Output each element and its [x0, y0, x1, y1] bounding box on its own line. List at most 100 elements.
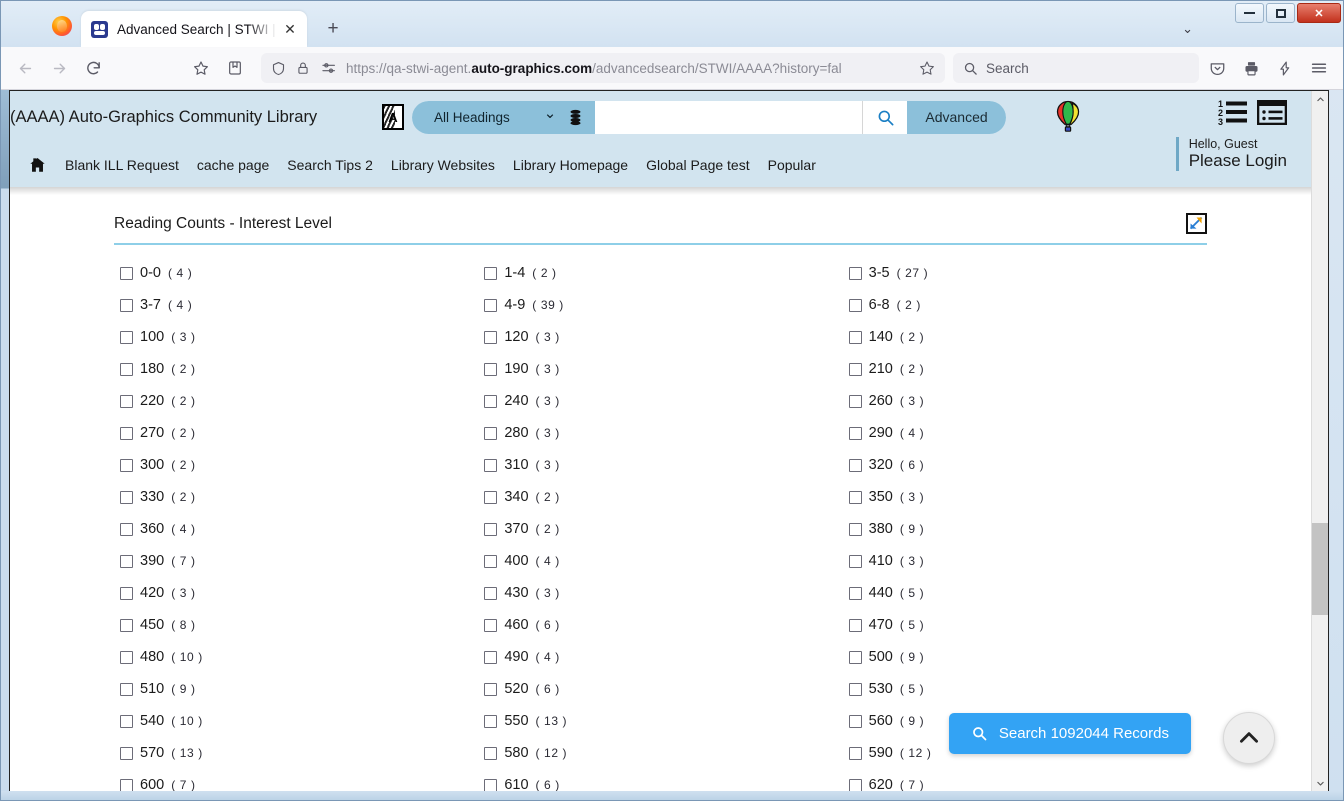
- facet-item[interactable]: 340 ( 2 ): [478, 481, 842, 513]
- facet-item[interactable]: 3-5 ( 27 ): [843, 257, 1207, 289]
- facet-checkbox[interactable]: [484, 650, 498, 664]
- facet-item[interactable]: 550 ( 13 ): [478, 705, 842, 737]
- facet-item[interactable]: 480 ( 10 ): [114, 641, 478, 673]
- facet-checkbox[interactable]: [484, 586, 498, 600]
- facet-checkbox[interactable]: [120, 746, 133, 760]
- url-bar[interactable]: https://qa-stwi-agent.auto-graphics.com/…: [261, 53, 945, 83]
- facet-item[interactable]: 450 ( 8 ): [114, 609, 478, 641]
- facet-checkbox[interactable]: [120, 682, 133, 696]
- facet-checkbox[interactable]: [120, 362, 133, 376]
- browser-tab[interactable]: Advanced Search | STWI | AAAA ✕: [81, 11, 307, 47]
- facet-item[interactable]: 240 ( 3 ): [478, 385, 842, 417]
- close-window-button[interactable]: ✕: [1297, 3, 1341, 23]
- facet-item[interactable]: 120 ( 3 ): [478, 321, 842, 353]
- maximize-button[interactable]: [1266, 3, 1295, 23]
- facet-checkbox[interactable]: [484, 458, 498, 472]
- facet-checkbox[interactable]: [848, 426, 862, 440]
- list-all-tabs-chevron-down-icon[interactable]: ⌄: [1182, 21, 1193, 37]
- facet-item[interactable]: 390 ( 7 ): [114, 545, 478, 577]
- facet-checkbox[interactable]: [120, 714, 133, 728]
- facet-item[interactable]: 500 ( 9 ): [843, 641, 1207, 673]
- facet-checkbox[interactable]: [848, 490, 862, 504]
- facet-item[interactable]: 330 ( 2 ): [114, 481, 478, 513]
- back-icon[interactable]: [9, 53, 41, 83]
- sidebar-item-blank-ill-request[interactable]: Blank ILL Request: [65, 157, 179, 173]
- scroll-to-top-button[interactable]: [1223, 712, 1275, 764]
- facet-checkbox[interactable]: [120, 426, 133, 440]
- facet-checkbox[interactable]: [484, 394, 498, 408]
- user-account-box[interactable]: Hello, Guest Please Login: [1175, 137, 1287, 171]
- facet-item[interactable]: 510 ( 9 ): [114, 673, 478, 705]
- new-tab-button[interactable]: +: [319, 14, 347, 42]
- tab-close-icon[interactable]: ✕: [281, 20, 299, 38]
- facet-item[interactable]: 530 ( 5 ): [843, 673, 1207, 705]
- facet-checkbox[interactable]: [120, 618, 133, 632]
- facet-checkbox[interactable]: [848, 554, 862, 568]
- facet-checkbox[interactable]: [848, 362, 862, 376]
- forward-icon[interactable]: [43, 53, 75, 83]
- facet-checkbox[interactable]: [848, 458, 862, 472]
- home-icon[interactable]: [28, 156, 47, 174]
- facet-item[interactable]: 620 ( 7 ): [843, 769, 1207, 792]
- facet-checkbox[interactable]: [484, 266, 498, 280]
- url-text[interactable]: https://qa-stwi-agent.auto-graphics.com/…: [346, 61, 910, 76]
- sidebar-item-search-tips-2[interactable]: Search Tips 2: [287, 157, 373, 173]
- detail-list-icon[interactable]: [1257, 99, 1287, 125]
- facet-checkbox[interactable]: [484, 778, 498, 792]
- advanced-search-button[interactable]: Advanced: [907, 100, 1006, 134]
- facet-item[interactable]: 350 ( 3 ): [843, 481, 1207, 513]
- facet-checkbox[interactable]: [120, 650, 133, 664]
- facet-checkbox[interactable]: [120, 490, 133, 504]
- facet-item[interactable]: 320 ( 6 ): [843, 449, 1207, 481]
- scrollbar-thumb[interactable]: [1312, 523, 1328, 615]
- facet-checkbox[interactable]: [484, 746, 498, 760]
- facet-checkbox[interactable]: [120, 522, 133, 536]
- facet-checkbox[interactable]: [848, 586, 862, 600]
- facet-item[interactable]: 460 ( 6 ): [478, 609, 842, 641]
- sidebar-item-library-homepage[interactable]: Library Homepage: [513, 157, 628, 173]
- shield-icon[interactable]: [269, 53, 287, 83]
- facet-item[interactable]: 300 ( 2 ): [114, 449, 478, 481]
- bookmark-star-outline-icon[interactable]: [917, 53, 937, 83]
- facet-item[interactable]: 190 ( 3 ): [478, 353, 842, 385]
- facet-checkbox[interactable]: [484, 490, 498, 504]
- facet-item[interactable]: 420 ( 3 ): [114, 577, 478, 609]
- facet-checkbox[interactable]: [484, 554, 498, 568]
- facet-item[interactable]: 580 ( 12 ): [478, 737, 842, 769]
- facet-checkbox[interactable]: [120, 554, 133, 568]
- facet-checkbox[interactable]: [484, 298, 498, 312]
- sidebar-item-popular[interactable]: Popular: [768, 157, 816, 173]
- facet-item[interactable]: 600 ( 7 ): [114, 769, 478, 792]
- facet-checkbox[interactable]: [848, 266, 862, 280]
- pocket-icon[interactable]: [1201, 53, 1233, 83]
- lock-icon[interactable]: [294, 53, 312, 83]
- reload-icon[interactable]: [77, 53, 109, 83]
- facet-item[interactable]: 280 ( 3 ): [478, 417, 842, 449]
- facet-item[interactable]: 100 ( 3 ): [114, 321, 478, 353]
- numbered-list-icon[interactable]: 1 2 3: [1218, 99, 1248, 125]
- facet-checkbox[interactable]: [848, 618, 862, 632]
- search-scope-select[interactable]: All Headings ⌄: [412, 100, 567, 134]
- facet-item[interactable]: 260 ( 3 ): [843, 385, 1207, 417]
- facet-item[interactable]: 540 ( 10 ): [114, 705, 478, 737]
- login-link[interactable]: Please Login: [1189, 151, 1287, 171]
- facet-item[interactable]: 140 ( 2 ): [843, 321, 1207, 353]
- page-scrollbar[interactable]: [1311, 91, 1328, 792]
- facet-checkbox[interactable]: [848, 298, 862, 312]
- facet-checkbox[interactable]: [848, 746, 862, 760]
- facet-checkbox[interactable]: [848, 714, 862, 728]
- facet-item[interactable]: 3-7 ( 4 ): [114, 289, 478, 321]
- language-toggle-icon[interactable]: A: [382, 104, 404, 130]
- facet-checkbox[interactable]: [484, 362, 498, 376]
- scrollbar-up-arrow-icon[interactable]: [1312, 91, 1329, 108]
- search-records-button[interactable]: Search 1092044 Records: [948, 713, 1191, 754]
- sidebar-item-global-page-test[interactable]: Global Page test: [646, 157, 750, 173]
- share-icon[interactable]: [1269, 53, 1301, 83]
- facet-checkbox[interactable]: [848, 330, 862, 344]
- sidebar-item-cache-page[interactable]: cache page: [197, 157, 269, 173]
- facet-item[interactable]: 220 ( 2 ): [114, 385, 478, 417]
- print-icon[interactable]: [1235, 53, 1267, 83]
- sidebar-item-library-websites[interactable]: Library Websites: [391, 157, 495, 173]
- save-to-pocket-icon[interactable]: [219, 53, 251, 83]
- site-permissions-icon[interactable]: [319, 53, 339, 83]
